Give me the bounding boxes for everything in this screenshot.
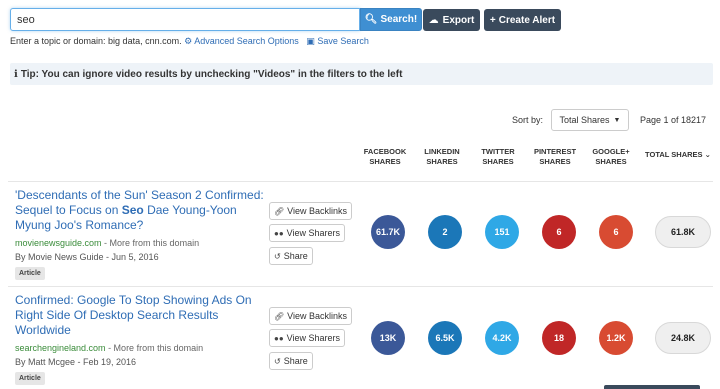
view-sharers-label: View Sharers xyxy=(286,333,341,343)
column-facebook-line2: SHARES xyxy=(369,157,401,166)
result-title-link[interactable]: Confirmed: Google To Stop Showing Ads On… xyxy=(15,293,265,338)
column-pinterest-shares[interactable]: PINTEREST SHARES xyxy=(530,147,580,167)
column-linkedin-shares[interactable]: LINKEDIN SHARES xyxy=(417,147,467,167)
caret-down-icon: ▼ xyxy=(613,116,621,124)
link-icon: 🔗︎ xyxy=(274,206,285,216)
column-twitter-line1: TWITTER xyxy=(481,147,515,156)
more-from-domain-link[interactable]: - More from this domain xyxy=(106,343,203,353)
total-shares-count: 61.8K xyxy=(655,216,711,248)
cloud-download-icon: ☁︎ xyxy=(428,14,439,26)
view-backlinks-label: View Backlinks xyxy=(287,311,348,321)
results-divider-top xyxy=(8,181,713,182)
column-googleplus-line1: GOOGLE+ xyxy=(592,147,630,156)
linkedin-shares-count: 6.5K xyxy=(428,321,462,355)
share-icon: ↺ xyxy=(274,356,281,366)
pinterest-shares-count: 18 xyxy=(542,321,576,355)
save-search-link[interactable]: Save Search xyxy=(317,36,369,46)
result-domain-link[interactable]: movienewsguide.com xyxy=(15,238,102,248)
export-button-label: Export xyxy=(442,14,475,26)
users-icon: ●● xyxy=(274,333,284,343)
sort-selected: Total Shares xyxy=(559,115,610,125)
plus-icon: + xyxy=(489,14,496,26)
total-shares-count: 24.8K xyxy=(655,322,711,354)
column-total-label: TOTAL SHARES xyxy=(645,150,703,159)
column-googleplus-shares[interactable]: GOOGLE+ SHARES xyxy=(586,147,636,167)
result-domain-line: searchengineland.com - More from this do… xyxy=(15,343,203,353)
pinterest-shares-count: 6 xyxy=(542,215,576,249)
column-pinterest-line2: SHARES xyxy=(539,157,571,166)
column-twitter-line2: SHARES xyxy=(482,157,514,166)
column-facebook-line1: FACEBOOK xyxy=(363,147,407,156)
export-button[interactable]: ☁︎ Export xyxy=(423,9,480,31)
sort-label: Sort by: xyxy=(512,115,544,125)
view-backlinks-button[interactable]: 🔗︎ View Backlinks xyxy=(269,307,353,325)
results-divider xyxy=(8,286,713,287)
column-linkedin-line2: SHARES xyxy=(426,157,458,166)
search-icon: 🔍︎ xyxy=(364,14,378,25)
view-sharers-label: View Sharers xyxy=(286,228,341,238)
linkedin-shares-count: 2 xyxy=(428,215,462,249)
tip-text: Tip: You can ignore video results by unc… xyxy=(20,68,403,80)
search-hint: Enter a topic or domain: big data, cnn.c… xyxy=(10,36,369,47)
result-type-badge: Article xyxy=(15,372,45,385)
result-type-badge: Article xyxy=(15,267,45,280)
search-button[interactable]: 🔍︎ Search! xyxy=(360,8,422,31)
create-alert-label: Create Alert xyxy=(498,14,556,26)
more-from-domain-link[interactable]: - More from this domain xyxy=(102,238,199,248)
twitter-shares-count: 4.2K xyxy=(485,321,519,355)
users-icon: ●● xyxy=(274,228,284,238)
share-label: Share xyxy=(283,356,308,366)
view-sharers-button[interactable]: ●● View Sharers xyxy=(269,224,346,242)
column-pinterest-line1: PINTEREST xyxy=(533,147,577,156)
search-input[interactable] xyxy=(10,8,360,31)
share-button[interactable]: ↺ Share xyxy=(269,247,313,265)
facebook-shares-count: 13K xyxy=(371,321,405,355)
twitter-shares-count: 151 xyxy=(485,215,519,249)
result-title-highlight: Seo xyxy=(121,203,144,217)
column-twitter-shares[interactable]: TWITTER SHARES xyxy=(473,147,523,167)
page-info: Page 1 of 18217 xyxy=(640,115,707,125)
result-domain-link[interactable]: searchengineland.com xyxy=(15,343,106,353)
view-sharers-button[interactable]: ●● View Sharers xyxy=(269,329,346,347)
column-googleplus-line2: SHARES xyxy=(595,157,627,166)
facebook-shares-count: 61.7K xyxy=(371,215,405,249)
search-button-label: Search! xyxy=(380,14,418,25)
view-backlinks-label: View Backlinks xyxy=(287,206,348,216)
column-linkedin-line1: LINKEDIN xyxy=(424,147,460,156)
create-alert-button[interactable]: + Create Alert xyxy=(484,9,561,31)
result-author: By Movie News Guide - Jun 5, 2016 xyxy=(15,252,159,262)
partial-button-edge xyxy=(604,385,700,389)
googleplus-shares-count: 6 xyxy=(599,215,633,249)
result-title-text: Confirmed: Google To Stop Showing Ads On… xyxy=(15,293,252,337)
share-label: Share xyxy=(283,251,308,261)
chevron-down-icon: ⌄ xyxy=(704,150,711,159)
share-icon: ↺ xyxy=(274,251,281,261)
result-author: By Matt Mcgee - Feb 19, 2016 xyxy=(15,357,137,367)
view-backlinks-button[interactable]: 🔗︎ View Backlinks xyxy=(269,202,353,220)
result-title-link[interactable]: 'Descendants of the Sun' Season 2 Confir… xyxy=(15,188,265,233)
tip-banner: ℹ Tip: You can ignore video results by u… xyxy=(10,63,713,85)
sort-dropdown[interactable]: Total Shares ▼ xyxy=(551,109,629,131)
save-icon: ▣ xyxy=(306,36,315,46)
googleplus-shares-count: 1.2K xyxy=(599,321,633,355)
column-facebook-shares[interactable]: FACEBOOK SHARES xyxy=(360,147,410,167)
share-button[interactable]: ↺ Share xyxy=(269,352,313,370)
column-total-shares[interactable]: TOTAL SHARES ⌄ xyxy=(643,150,713,160)
info-icon: ℹ xyxy=(14,68,18,80)
advanced-search-link[interactable]: Advanced Search Options xyxy=(194,36,299,46)
link-icon: 🔗︎ xyxy=(274,311,285,321)
cog-icon: ⚙︎ xyxy=(184,36,193,46)
search-hint-text: Enter a topic or domain: big data, cnn.c… xyxy=(10,36,182,46)
result-domain-line: movienewsguide.com - More from this doma… xyxy=(15,238,199,248)
